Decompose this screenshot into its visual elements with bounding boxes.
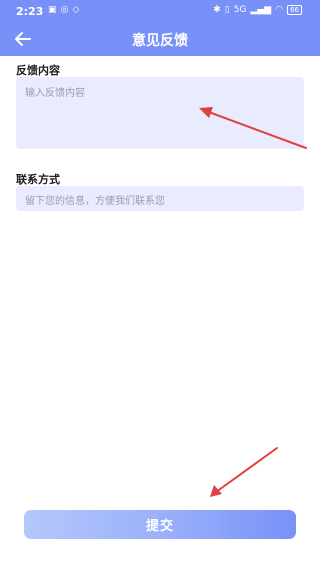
status-bar: 2:23 ▣ ◎ ◇ ✱ ▯ 5G ▂▄▆ ◠ 66 — [0, 0, 320, 22]
contact-label: 联系方式 — [16, 173, 60, 186]
app-notification-icon: ◎ — [60, 5, 69, 15]
feedback-label: 反馈内容 — [16, 64, 60, 77]
app-header: 2:23 ▣ ◎ ◇ ✱ ▯ 5G ▂▄▆ ◠ 66 意见反馈 — [0, 0, 320, 56]
wifi-icon: ◠ — [275, 5, 284, 15]
status-notification-icons: ▣ ◎ ◇ — [48, 5, 79, 15]
signal-icon: ▂▄▆ — [250, 5, 272, 15]
nav-bar: 意见反馈 — [0, 22, 320, 56]
feedback-placeholder: 输入反馈内容 — [25, 88, 85, 99]
vibrate-icon: ▯ — [224, 5, 230, 15]
app-notification-icon: ◇ — [72, 5, 80, 15]
annotation-arrow-icon — [210, 447, 278, 497]
status-right-icons: ✱ ▯ 5G ▂▄▆ ◠ 66 — [213, 5, 302, 15]
feedback-textarea[interactable]: 输入反馈内容 — [16, 77, 304, 149]
battery-indicator: 66 — [287, 5, 302, 15]
contact-input[interactable]: 留下您的信息，方便我们联系您 — [16, 186, 304, 211]
contact-placeholder: 留下您的信息，方便我们联系您 — [25, 196, 165, 207]
status-time: 2:23 — [16, 5, 44, 18]
page-title: 意见反馈 — [132, 33, 188, 49]
app-notification-icon: ▣ — [48, 5, 57, 15]
network-label: 5G — [233, 5, 247, 15]
bluetooth-icon: ✱ — [213, 5, 221, 15]
submit-button[interactable]: 提交 — [24, 510, 296, 539]
